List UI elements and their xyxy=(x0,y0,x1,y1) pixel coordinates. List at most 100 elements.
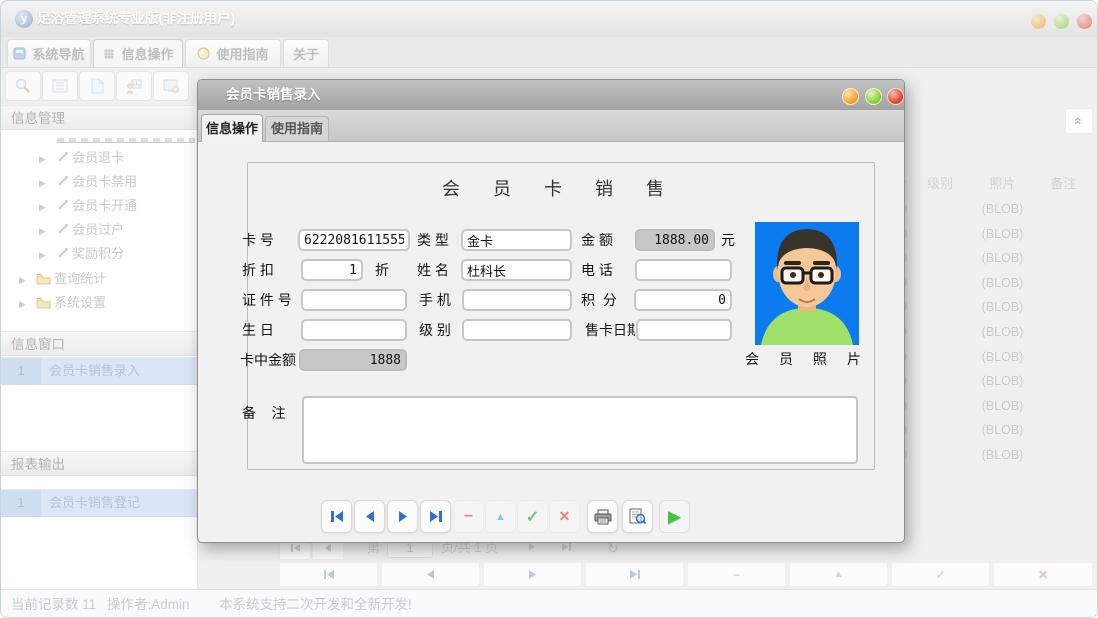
record-first-button[interactable] xyxy=(321,500,352,533)
row-index: 1 xyxy=(1,490,41,516)
toolbar-user-report-button[interactable] xyxy=(116,71,152,101)
record-next-button[interactable] xyxy=(387,500,418,533)
print-button[interactable] xyxy=(587,500,618,533)
cell-photo: (BLOB) xyxy=(981,374,1024,389)
tree-item-system-settings[interactable]: ▶ 系统设置 xyxy=(19,291,106,315)
amount-label: 金 额 xyxy=(581,232,613,248)
card-balance-input[interactable] xyxy=(299,349,407,371)
tree-item-clipped[interactable] xyxy=(57,135,195,143)
cell-level xyxy=(911,222,969,247)
tab-info-operation[interactable]: 信息操作 xyxy=(93,39,183,67)
cell-level xyxy=(911,418,969,443)
tab-label: 信息操作 xyxy=(121,47,174,62)
nav-next-button[interactable] xyxy=(483,562,582,587)
panel-header-info-manage: 信息管理 xyxy=(1,105,197,130)
nav-post-button[interactable]: ✓ xyxy=(891,562,990,587)
cell-level xyxy=(911,345,969,370)
close-button[interactable] xyxy=(1076,13,1093,30)
nav-delete-button[interactable]: − xyxy=(687,562,786,587)
execute-button[interactable]: ▶ xyxy=(659,500,690,533)
record-post-button[interactable]: ✓ xyxy=(517,500,548,533)
id-number-input[interactable] xyxy=(301,289,407,311)
tree-item-card-disable[interactable]: ▶ 会员卡禁用 xyxy=(39,170,137,194)
card-number-input[interactable] xyxy=(298,229,410,251)
next-record-icon xyxy=(398,511,407,522)
tree-item-member-refund[interactable]: ▶ 会员退卡 xyxy=(39,146,124,170)
discount-input[interactable] xyxy=(301,259,363,281)
print-preview-button[interactable] xyxy=(622,500,653,533)
level-input[interactable] xyxy=(462,319,572,341)
toolbar-document-button[interactable] xyxy=(79,71,115,101)
grid-icon xyxy=(102,47,115,60)
dialog-minimize-button[interactable] xyxy=(842,88,859,105)
double-chevron-up-icon: « xyxy=(1070,117,1087,125)
prev-record-icon xyxy=(365,511,374,522)
cell-photo: (BLOB) xyxy=(981,324,1024,339)
cell-note xyxy=(1036,222,1091,247)
level-label: 级 别 xyxy=(419,322,451,338)
cell-note xyxy=(1036,418,1091,443)
cell-note xyxy=(1036,369,1091,394)
tree-item-label: 会员退卡 xyxy=(72,150,125,165)
record-delete-button[interactable]: − xyxy=(453,500,484,533)
phone-input[interactable] xyxy=(635,259,732,281)
collapse-panel-button[interactable]: « xyxy=(1065,108,1093,134)
tree-item-query-stats[interactable]: ▶ 查询统计 xyxy=(19,267,106,291)
record-cancel-button[interactable]: ✕ xyxy=(549,500,580,533)
expand-arrow-icon: ▶ xyxy=(39,250,46,260)
tree-item-card-open[interactable]: ▶ 会员卡开通 xyxy=(39,194,137,218)
card-balance-label: 卡中金额 xyxy=(240,352,296,368)
info-window-row[interactable]: 1 会员卡销售录入 xyxy=(1,357,197,385)
form-title: 会 员 卡 销 售 xyxy=(441,179,678,199)
record-prev-button[interactable] xyxy=(354,500,385,533)
remark-textarea[interactable] xyxy=(302,396,858,464)
cell-note xyxy=(1036,320,1091,345)
remark-label: 备 注 xyxy=(242,405,286,421)
nav-edit-button[interactable]: ▲ xyxy=(789,562,888,587)
cell-note xyxy=(1036,394,1091,419)
toolbar-search-button[interactable] xyxy=(5,71,41,101)
tab-system-nav[interactable]: 系统导航 xyxy=(7,39,91,67)
tree-item-member-transfer[interactable]: ▶ 会员过户 xyxy=(39,218,124,242)
nav-prev-button[interactable] xyxy=(381,562,480,587)
record-last-button[interactable] xyxy=(420,500,451,533)
amount-input[interactable] xyxy=(635,229,715,251)
dialog-close-button[interactable] xyxy=(887,88,904,105)
nav-first-button[interactable] xyxy=(279,562,378,587)
cell-level xyxy=(911,320,969,345)
cell-note xyxy=(1036,197,1091,222)
cell-level xyxy=(911,197,969,222)
up-triangle-icon: ▲ xyxy=(833,569,844,580)
dialog-tab-user-guide[interactable]: 使用指南 xyxy=(265,116,329,141)
nav-cancel-button[interactable]: ✕ xyxy=(993,562,1093,587)
tab-user-guide[interactable]: 使用指南 xyxy=(185,39,281,67)
report-output-row[interactable]: 1 会员卡销售登记 xyxy=(1,489,197,517)
maximize-button[interactable] xyxy=(1053,13,1070,30)
tree-item-reward-points[interactable]: ▶ 奖励积分 xyxy=(39,242,124,266)
points-input[interactable] xyxy=(634,289,732,311)
toolbar-monitor-button[interactable] xyxy=(153,71,189,101)
minimize-button[interactable] xyxy=(1030,13,1047,30)
birthday-input[interactable] xyxy=(301,319,407,341)
record-edit-button[interactable]: ▲ xyxy=(485,500,516,533)
card-type-input[interactable] xyxy=(461,229,572,251)
document-icon xyxy=(91,78,104,94)
toolbar-list-button[interactable] xyxy=(42,71,78,101)
discount-unit-label: 折 xyxy=(375,262,389,278)
prev-record-icon xyxy=(427,570,434,579)
tab-about[interactable]: 关于 xyxy=(283,39,329,67)
mobile-input[interactable] xyxy=(462,289,572,311)
nav-last-button[interactable] xyxy=(585,562,684,587)
expand-arrow-icon: ▶ xyxy=(19,275,26,285)
sale-date-input[interactable] xyxy=(636,319,732,341)
cell-photo: (BLOB) xyxy=(981,275,1024,290)
dialog-tab-info-operation[interactable]: 信息操作 xyxy=(201,114,263,142)
grid-header-level: 级别 xyxy=(926,176,953,191)
minus-icon: − xyxy=(732,567,740,582)
amount-unit-label: 元 xyxy=(721,232,735,248)
dialog-maximize-button[interactable] xyxy=(865,88,882,105)
first-record-icon xyxy=(323,570,334,579)
name-input[interactable] xyxy=(461,259,572,281)
expand-arrow-icon: ▶ xyxy=(39,202,46,212)
tab-label: 关于 xyxy=(292,47,319,62)
